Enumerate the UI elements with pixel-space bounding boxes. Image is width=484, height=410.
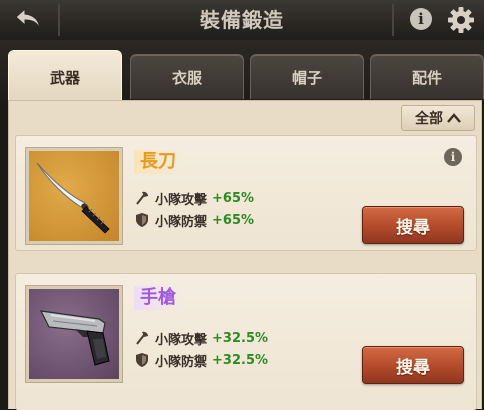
info-icon[interactable]: i [444,148,462,166]
top-bar: 裝備鍛造 i [0,0,484,41]
filter-label: 全部 [415,111,443,127]
search-button[interactable]: 搜尋 [362,206,464,244]
stat-label: 小隊防禦 [155,354,208,370]
pistol-icon [39,310,110,366]
info-icon[interactable]: i [410,8,432,30]
shield-icon [136,353,148,367]
list-item: 長刀 i 小隊攻擊 +65% 小隊防禦 +65% 搜尋 [15,135,477,251]
filter-dropdown[interactable]: 全部 [401,105,475,131]
stat-label: 小隊攻擊 [155,332,208,348]
stat-attack: 小隊攻擊 +32.5% [134,328,268,348]
item-name: 長刀 [134,150,182,174]
tab-clothes[interactable]: 衣服 [130,54,244,99]
item-image-frame [25,285,123,383]
stat-defense: 小隊防禦 +65% [134,210,254,230]
shield-icon [136,213,148,227]
stat-value: +65% [212,190,255,206]
stat-attack: 小隊攻擊 +65% [134,188,254,208]
stat-label: 小隊攻擊 [155,192,208,208]
axe-icon [136,191,148,205]
stat-defense: 小隊防禦 +32.5% [134,350,268,370]
equipment-list-panel: 全部 長刀 i 小隊攻擊 +65% 小隊防禦 +65% 搜尋 手槍 小隊攻擊 +… [8,100,482,410]
stat-value: +65% [212,212,255,228]
axe-icon [136,331,148,345]
header-divider [392,4,394,36]
gear-icon[interactable] [446,5,476,35]
stat-value: +32.5% [212,330,269,346]
stat-value: +32.5% [212,352,269,368]
chevron-up-icon [447,113,461,123]
tab-hats[interactable]: 帽子 [250,54,364,99]
list-item: 手槍 小隊攻擊 +32.5% 小隊防禦 +32.5% 搜尋 [15,273,477,410]
tab-weapons[interactable]: 武器 [8,50,122,103]
category-tabs: 武器 衣服 帽子 配件 [0,40,484,103]
tab-accessories[interactable]: 配件 [370,54,484,99]
katana-icon [36,162,110,234]
item-name: 手槍 [134,286,182,310]
search-button[interactable]: 搜尋 [362,346,464,384]
item-image-frame [25,147,123,245]
stat-label: 小隊防禦 [155,214,208,230]
